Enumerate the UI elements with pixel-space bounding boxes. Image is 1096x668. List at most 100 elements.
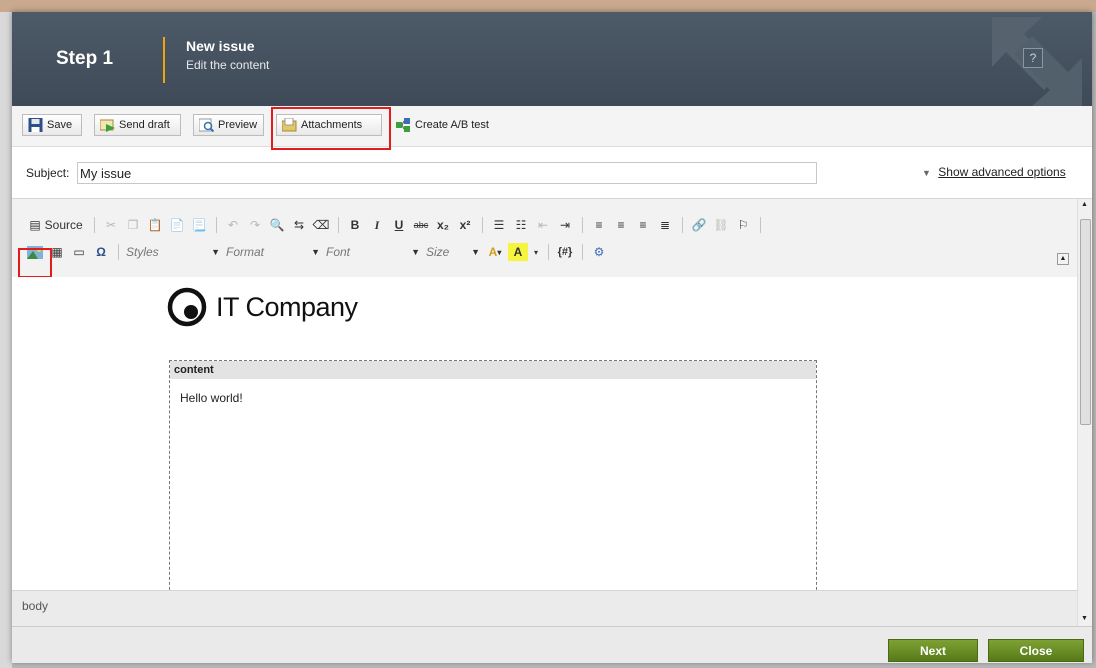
outdent-icon[interactable]: ⇤ [534, 216, 552, 234]
insert-image-highlight [18, 248, 52, 278]
subject-row: Subject: My issue ▼ Show advanced option… [12, 154, 1092, 194]
styles-label: Styles [126, 245, 159, 259]
editor-status-bar: body [12, 590, 1077, 628]
separator [118, 244, 119, 260]
send-draft-button[interactable]: Send draft [94, 114, 181, 136]
format-dropdown[interactable]: Format ▼ [226, 243, 320, 261]
background-color-icon[interactable]: A [508, 243, 528, 261]
scroll-up-icon[interactable]: ▲ [1081, 201, 1088, 208]
advanced-options-link[interactable]: Show advanced options [938, 165, 1065, 179]
unlink-icon[interactable]: ⛓ [712, 216, 730, 234]
html-editor: ▤ Source ✂ ❐ 📋 📄 📃 ↶ ↷ 🔍 ⇆ ⌫ B I U abc x… [12, 198, 1092, 628]
separator [482, 217, 483, 233]
separator [338, 217, 339, 233]
bullet-list-icon[interactable]: ☷ [512, 216, 530, 234]
strikethrough-icon[interactable]: abc [412, 216, 430, 234]
undo-icon[interactable]: ↶ [224, 216, 242, 234]
scrollbar-thumb[interactable] [1080, 219, 1091, 425]
editor-toolbar-row-2: ▦ ▭ Ω Styles ▼ Format ▼ Font ▼ Size ▼ A ▾ A ▾… [26, 241, 612, 263]
insert-macro-button[interactable]: {#} [556, 243, 574, 261]
header-title: New issue [186, 38, 255, 54]
italic-icon[interactable]: I [368, 216, 386, 234]
zone-text[interactable]: Hello world! [170, 379, 816, 405]
logo-text: IT Company [216, 291, 358, 322]
special-char-icon[interactable]: Ω [92, 243, 110, 261]
separator [582, 217, 583, 233]
save-button[interactable]: Save [22, 114, 82, 136]
find-icon[interactable]: 🔍 [268, 216, 286, 234]
separator [760, 217, 761, 233]
scroll-down-icon[interactable]: ▼ [1081, 615, 1088, 622]
close-button[interactable]: Close [988, 639, 1084, 662]
size-dropdown[interactable]: Size ▼ [426, 243, 480, 261]
replace-icon[interactable]: ⇆ [290, 216, 308, 234]
source-button[interactable]: ▤ Source [26, 216, 86, 234]
chevron-down-icon: ▼ [411, 247, 420, 257]
preview-label: Preview [218, 119, 258, 131]
create-ab-test-button[interactable]: Create A/B test [390, 114, 502, 136]
header-subtitle: Edit the content [186, 58, 270, 72]
subscript-icon[interactable]: x₂ [434, 216, 452, 234]
paste-word-icon[interactable]: 📃 [190, 216, 208, 234]
save-label: Save [47, 119, 73, 131]
action-toolbar: Save Send draft Preview Attachments Crea… [12, 106, 1092, 147]
editor-content-area[interactable]: IT Company content Hello world! [12, 277, 1077, 590]
separator [548, 244, 549, 260]
widget-icon[interactable]: ⚙ [590, 243, 608, 261]
redo-icon[interactable]: ↷ [246, 216, 264, 234]
source-label: Source [44, 218, 83, 232]
copy-icon[interactable]: ❐ [124, 216, 142, 234]
company-logo-icon [167, 287, 207, 327]
send-draft-icon [100, 119, 115, 132]
attachments-highlight [271, 107, 391, 150]
vertical-scrollbar[interactable]: ▲ ▼ [1077, 199, 1092, 627]
justify-icon[interactable]: ≣ [656, 216, 674, 234]
content-editable-zone[interactable]: content Hello world! [169, 360, 817, 590]
dialog-header: Step 1 New issue Edit the content ? [12, 12, 1092, 106]
element-path[interactable]: body [22, 599, 48, 613]
remove-format-icon[interactable]: ⌫ [312, 216, 330, 234]
font-dropdown[interactable]: Font ▼ [326, 243, 420, 261]
subject-input[interactable]: My issue [77, 162, 817, 184]
link-icon[interactable]: 🔗 [690, 216, 708, 234]
cut-icon[interactable]: ✂ [102, 216, 120, 234]
help-button[interactable]: ? [1023, 48, 1043, 68]
create-ab-test-label: Create A/B test [415, 119, 489, 131]
anchor-flag-icon[interactable]: ⚐ [734, 216, 752, 234]
separator [682, 217, 683, 233]
preview-button[interactable]: Preview [193, 114, 264, 136]
send-draft-label: Send draft [119, 119, 170, 131]
step-label: Step 1 [56, 48, 114, 69]
chevron-down-icon[interactable]: ▾ [532, 243, 540, 261]
separator [216, 217, 217, 233]
source-icon: ▤ [29, 218, 41, 232]
editor-toolbar-row-1: ▤ Source ✂ ❐ 📋 📄 📃 ↶ ↷ 🔍 ⇆ ⌫ B I U abc x… [26, 214, 768, 236]
preview-icon [199, 118, 214, 132]
font-label: Font [326, 245, 351, 259]
advanced-options-toggle[interactable]: ▼ Show advanced options [922, 165, 1066, 179]
collapse-toolbar-icon[interactable]: ▲ [1057, 253, 1069, 265]
text-color-icon[interactable]: A ▾ [486, 243, 504, 261]
company-logo: IT Company [167, 287, 358, 327]
align-left-icon[interactable]: ≡ [590, 216, 608, 234]
floppy-icon [28, 118, 43, 132]
underline-icon[interactable]: U [390, 216, 408, 234]
paste-text-icon[interactable]: 📄 [168, 216, 186, 234]
ab-test-icon [396, 118, 410, 132]
indent-icon[interactable]: ⇥ [556, 216, 574, 234]
horizontal-rule-icon[interactable]: ▭ [70, 243, 88, 261]
paste-icon[interactable]: 📋 [146, 216, 164, 234]
align-center-icon[interactable]: ≡ [612, 216, 630, 234]
size-label: Size [426, 245, 450, 259]
editor-toolbar: ▤ Source ✂ ❐ 📋 📄 📃 ↶ ↷ 🔍 ⇆ ⌫ B I U abc x… [12, 199, 1077, 278]
bold-icon[interactable]: B [346, 216, 364, 234]
styles-dropdown[interactable]: Styles ▼ [126, 243, 220, 261]
separator [582, 244, 583, 260]
chevron-down-icon: ▼ [211, 247, 220, 257]
numbered-list-icon[interactable]: ☰ [490, 216, 508, 234]
superscript-icon[interactable]: x² [456, 216, 474, 234]
dialog-footer: Next Close [12, 626, 1092, 663]
chevron-down-icon: ▼ [471, 247, 480, 257]
align-right-icon[interactable]: ≡ [634, 216, 652, 234]
next-button[interactable]: Next [888, 639, 978, 662]
